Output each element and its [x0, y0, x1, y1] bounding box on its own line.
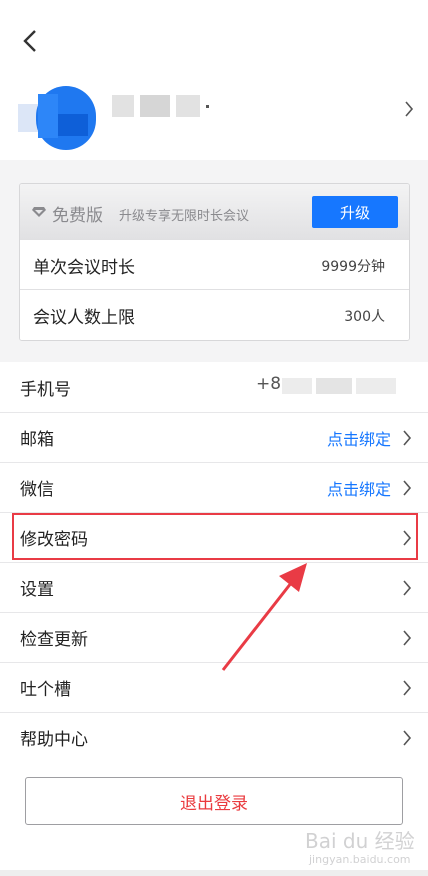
watermark-brand: Bai du 经验: [305, 829, 415, 853]
quota-label: 单次会议时长: [33, 258, 135, 278]
phone-value: +8: [256, 374, 282, 394]
check-update-label: 检查更新: [20, 630, 88, 650]
annotation-arrow-icon: [221, 563, 307, 671]
username-blurred: [112, 90, 222, 122]
chevron-right-icon: [403, 730, 412, 746]
quota-value: 300人: [344, 309, 385, 325]
plan-description: 升级专享无限时长会议: [119, 209, 250, 224]
watermark-url: jingyan.baidu.com: [309, 853, 411, 866]
help-center-row[interactable]: 帮助中心: [0, 712, 428, 762]
chevron-right-icon: [403, 680, 412, 696]
upgrade-button[interactable]: 升级: [312, 196, 398, 228]
diamond-icon: [32, 207, 46, 217]
quota-value: 9999分钟: [321, 259, 385, 275]
plan-bar: 免费版 升级专享无限时长会议 升级: [20, 184, 409, 239]
watermark: Bai du 经验 jingyan.baidu.com: [305, 825, 415, 870]
chevron-right-icon: [403, 430, 412, 446]
chevron-right-icon: [405, 101, 414, 117]
phone-row[interactable]: 手机号 +8: [0, 362, 428, 413]
back-button[interactable]: [14, 26, 48, 56]
account-header: [0, 0, 428, 160]
settings-row[interactable]: 设置: [0, 562, 428, 613]
wechat-label: 微信: [20, 480, 54, 500]
quota-row-participants: 会议人数上限 300人: [20, 289, 409, 340]
chevron-right-icon: [403, 580, 412, 596]
back-arrow-icon: [23, 30, 36, 52]
feedback-row[interactable]: 吐个槽: [0, 662, 428, 713]
logout-button[interactable]: 退出登录: [25, 777, 403, 825]
check-update-row[interactable]: 检查更新: [0, 612, 428, 663]
profile-row[interactable]: [0, 60, 428, 160]
feedback-label: 吐个槽: [20, 680, 71, 700]
change-password-row[interactable]: 修改密码: [0, 512, 428, 563]
help-center-label: 帮助中心: [20, 730, 88, 750]
quota-row-duration: 单次会议时长 9999分钟: [20, 239, 409, 290]
change-password-label: 修改密码: [20, 530, 88, 550]
plan-name: 免费版: [52, 206, 103, 226]
bind-wechat-link[interactable]: 点击绑定: [327, 476, 391, 500]
avatar: [18, 74, 106, 152]
bind-email-link[interactable]: 点击绑定: [327, 426, 391, 450]
bottom-bar: [0, 870, 428, 876]
quota-label: 会议人数上限: [33, 308, 135, 328]
settings-label: 设置: [20, 580, 54, 600]
plan-card: 免费版 升级专享无限时长会议 升级 单次会议时长 9999分钟 会议人数上限 3…: [19, 183, 410, 341]
chevron-right-icon: [403, 630, 412, 646]
email-row[interactable]: 邮箱 点击绑定: [0, 412, 428, 463]
phone-label: 手机号: [20, 380, 71, 400]
chevron-right-icon: [403, 480, 412, 496]
phone-number-blurred: [282, 378, 396, 394]
email-label: 邮箱: [20, 430, 54, 450]
wechat-row[interactable]: 微信 点击绑定: [0, 462, 428, 513]
chevron-right-icon: [403, 530, 412, 546]
